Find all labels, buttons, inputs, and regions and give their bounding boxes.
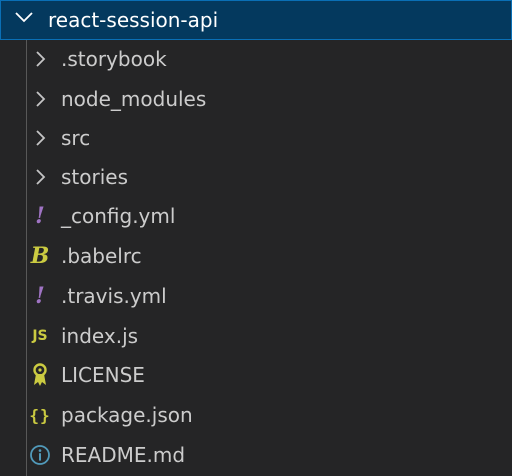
javascript-icon: JS — [32, 328, 48, 344]
tree-item-travis-yml[interactable]: ! .travis.yml — [0, 277, 512, 316]
tree-item-storybook-folder[interactable]: .storybook — [0, 40, 512, 79]
yaml-icon: ! — [35, 283, 45, 309]
tree-item-label: package.json — [61, 403, 193, 427]
license-icon — [28, 363, 52, 387]
tree-item-stories-folder[interactable]: stories — [0, 158, 512, 197]
chevron-right-icon — [28, 87, 52, 111]
chevron-right-icon — [28, 126, 52, 150]
tree-item-label: LICENSE — [61, 363, 145, 387]
tree-item-label: _config.yml — [61, 204, 176, 228]
tree-item-label: .travis.yml — [61, 284, 167, 308]
tree-item-babelrc[interactable]: B .babelrc — [0, 237, 512, 276]
tree-item-label: index.js — [61, 324, 139, 348]
tree-item-label: .storybook — [61, 47, 167, 71]
tree-item-index-js[interactable]: JS index.js — [0, 317, 512, 356]
tree-item-label: README.md — [61, 443, 186, 467]
tree-item-license[interactable]: LICENSE — [0, 356, 512, 395]
tree-item-config-yml[interactable]: ! _config.yml — [0, 197, 512, 236]
tree-item-package-json[interactable]: {} package.json — [0, 396, 512, 435]
tree-item-readme-md[interactable]: README.md — [0, 436, 512, 475]
chevron-right-icon — [28, 47, 52, 71]
tree-item-node-modules-folder[interactable]: node_modules — [0, 80, 512, 119]
tree-item-label: node_modules — [61, 87, 207, 111]
root-folder-label: react-session-api — [48, 8, 219, 32]
tree-item-src-folder[interactable]: src — [0, 119, 512, 158]
tree-item-label: stories — [61, 165, 129, 189]
info-icon — [28, 443, 52, 467]
chevron-right-icon — [28, 165, 52, 189]
tree-item-label: src — [61, 126, 91, 150]
json-icon: {} — [29, 405, 51, 425]
chevron-down-icon — [15, 12, 33, 23]
file-explorer: react-session-api .storybook node_module… — [0, 0, 512, 476]
tree-item-label: .babelrc — [61, 244, 142, 268]
yaml-icon: ! — [35, 203, 45, 229]
babel-icon: B — [30, 243, 50, 269]
root-folder-row[interactable]: react-session-api — [0, 0, 512, 40]
